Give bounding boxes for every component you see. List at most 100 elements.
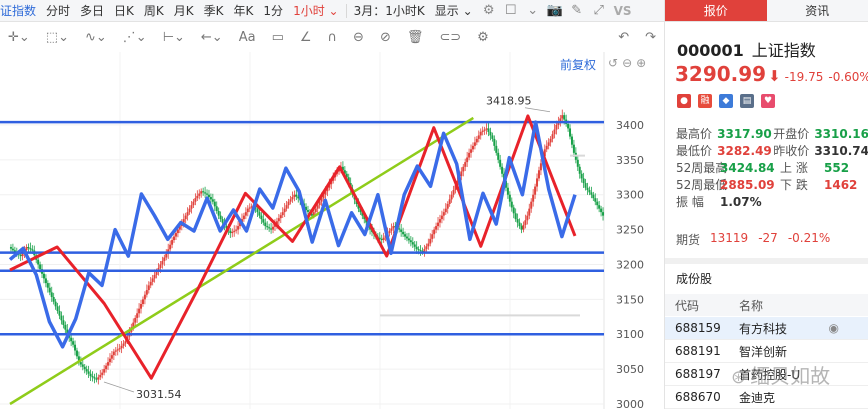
tab-quarterly-k[interactable]: 季K (199, 0, 229, 22)
zoom-out-icon[interactable]: ⊖ (622, 56, 632, 70)
tab-news[interactable]: 资讯 (766, 0, 868, 21)
camera-icon[interactable]: 📷 (544, 0, 566, 22)
candle-body (136, 313, 139, 318)
cursor-icon[interactable]: ✛⌄ (0, 22, 38, 52)
table-row[interactable]: 688159 有方科技 ◉ (665, 317, 868, 340)
candle-body (555, 124, 558, 130)
candle-body (283, 208, 286, 213)
text-tool-icon[interactable]: Aa (231, 22, 264, 52)
comment-icon[interactable]: ▭ (264, 22, 292, 52)
candle-body (487, 128, 490, 132)
hide-icon[interactable]: ⊘ (372, 22, 399, 52)
lock-icon[interactable]: ⊖ (345, 22, 372, 52)
candle-body (536, 178, 539, 187)
eye-icon[interactable]: ◉ (829, 321, 839, 335)
tag-icon[interactable]: ◆ (719, 94, 733, 108)
candle-body (390, 228, 393, 231)
candle-body (264, 222, 267, 227)
wave-tool-icon[interactable]: ∿⌄ (77, 22, 115, 52)
stat-label: 昨收价 (773, 144, 810, 158)
blue-wave-line (8, 120, 577, 349)
tab-weekly-k[interactable]: 周K (139, 0, 169, 22)
candle-body (404, 234, 407, 237)
redo-icon[interactable]: ↷ (637, 22, 664, 52)
stat-value: 3317.90 (717, 127, 772, 141)
pencil-icon[interactable]: ✎ (566, 0, 588, 22)
tab-quote[interactable]: 报价 (665, 0, 767, 21)
tab-yearly-k[interactable]: 年K (229, 0, 259, 22)
col-name[interactable]: 名称 (731, 297, 868, 314)
square-checkbox-icon[interactable]: ☐ (500, 0, 522, 22)
y-tick-label: 3200 (616, 258, 644, 271)
candle-body (438, 219, 441, 223)
reset-icon[interactable]: ↺ (608, 56, 618, 70)
expand-icon[interactable]: ⤢ (588, 0, 610, 22)
range-selector[interactable]: 3月：1小时K (349, 0, 430, 22)
quote-panel: 报价 资讯 000001 上证指数 3290.99 ⬇ -19.75 -0.60%… (664, 0, 868, 409)
stat-value: 552 (824, 161, 850, 175)
trash-icon[interactable]: 🗑 (399, 22, 432, 52)
table-row[interactable]: 688670 金迪克 (665, 386, 868, 409)
candle-body (196, 195, 199, 199)
candle-body (518, 222, 521, 227)
candle-body (217, 210, 220, 216)
stat-label: 52周最低 (676, 178, 728, 192)
y-tick-label: 3050 (616, 363, 644, 376)
document-icon[interactable]: ▤ (740, 94, 754, 108)
candle-body (551, 134, 554, 139)
measure-tool-icon[interactable]: ⊢⌄ (155, 22, 193, 52)
undo-icon[interactable]: ↶ (610, 22, 637, 52)
candle-body (281, 212, 284, 216)
flag-icon[interactable]: ● (677, 94, 691, 108)
tab-multi-day[interactable]: 多日 (75, 0, 109, 22)
margin-icon[interactable]: 融 (698, 94, 712, 108)
candle-body (103, 369, 106, 373)
candle-body (491, 135, 494, 139)
chart-canvas[interactable]: 3000 3050 3100 3150 3200 3250 3300 3350 3400 3418… (0, 52, 664, 409)
annotation-leader (524, 107, 551, 113)
tab-daily-k[interactable]: 日K (109, 0, 139, 22)
kline-chart[interactable]: 3000 3050 3100 3150 3200 3250 3300 3350 3400 3418… (0, 52, 664, 409)
candle-body (27, 247, 30, 249)
candle-body (594, 198, 597, 202)
arrow-tool-icon[interactable]: ←⌄ (193, 22, 231, 52)
tab-index-name[interactable]: 证指数 (0, 0, 41, 22)
rect-select-icon[interactable]: ⬚⌄ (38, 22, 77, 52)
candle-body (118, 348, 121, 350)
candle-body (147, 285, 150, 291)
vs-compare-button[interactable]: VS (610, 4, 636, 18)
candle-body (233, 230, 236, 232)
candle-body (584, 183, 587, 188)
stat-label: 52周最高 (676, 161, 728, 175)
settings-icon[interactable]: ⚙ (469, 22, 497, 52)
heart-icon[interactable]: ♥ (761, 94, 775, 108)
adjust-label[interactable]: 前复权 (560, 56, 596, 73)
tab-1min[interactable]: 1分 (258, 0, 288, 22)
pen-icon[interactable]: ∠ (292, 22, 320, 52)
col-code[interactable]: 代码 (665, 297, 731, 314)
tab-intraday[interactable]: 分时 (41, 0, 75, 22)
candle-body (145, 290, 148, 295)
chart-controls: ↺ ⊖ ⊕ (608, 56, 646, 70)
link-icon[interactable]: ⊂⊃ (431, 22, 469, 52)
candle-body (516, 219, 519, 223)
tab-1hour[interactable]: 1小时 ⌄ (288, 0, 344, 22)
candle-body (427, 243, 430, 247)
candle-body (221, 219, 224, 223)
candle-body (122, 343, 125, 346)
fan-tool-icon[interactable]: ⋰⌄ (115, 22, 155, 52)
candle-body (522, 224, 525, 230)
chevron-down-icon[interactable]: ⌄ (522, 0, 544, 22)
candle-body (464, 162, 467, 167)
candle-body (9, 247, 12, 249)
tab-monthly-k[interactable]: 月K (169, 0, 199, 22)
gear-icon[interactable]: ⚙ (478, 0, 500, 22)
candle-body (246, 208, 249, 213)
candle-body (256, 208, 259, 213)
magnet-icon[interactable]: ∩ (320, 22, 346, 52)
candle-body (483, 129, 486, 131)
candle-body (578, 166, 581, 174)
display-menu[interactable]: 显示 ⌄ (430, 0, 478, 22)
zoom-in-icon[interactable]: ⊕ (636, 56, 646, 70)
candle-body (231, 231, 234, 234)
